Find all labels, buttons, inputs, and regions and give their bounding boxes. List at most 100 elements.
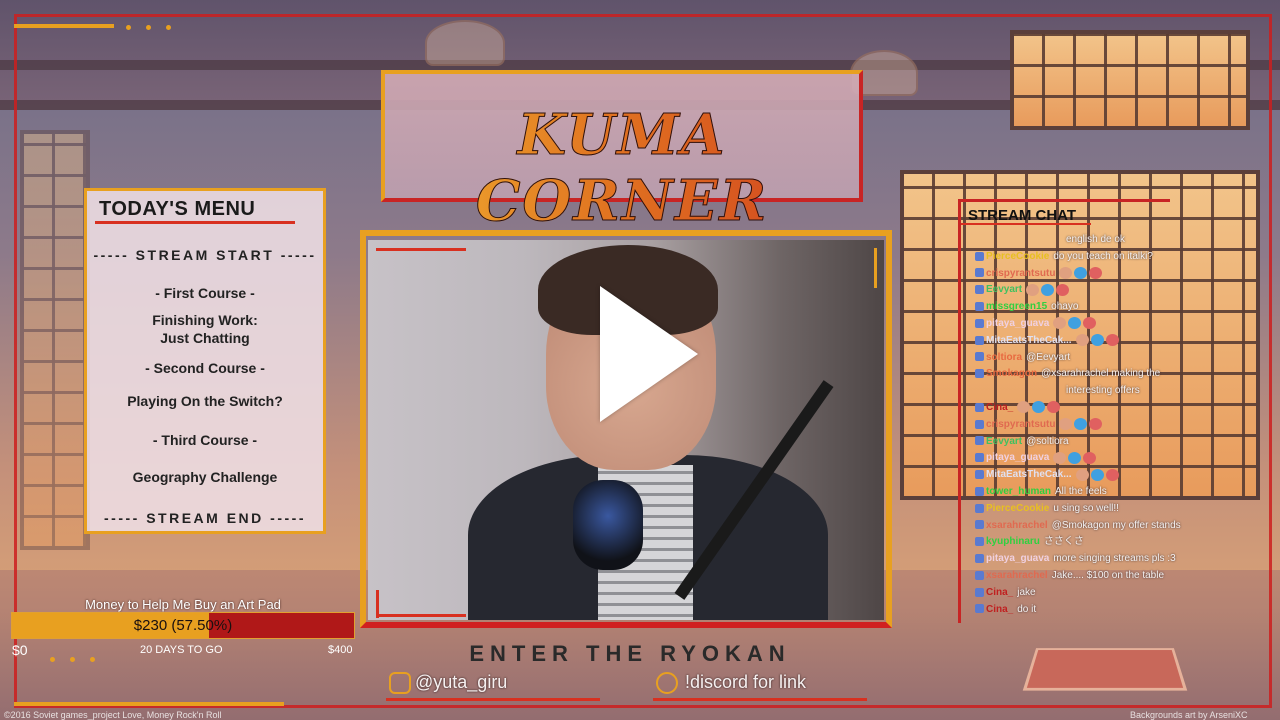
chat-text: @Smokagon my offer stands [1051,519,1181,531]
chat-username[interactable]: Eevyart [986,436,1022,447]
chat-username[interactable]: Cina_ [986,402,1013,413]
chat-badge-icon [975,419,984,429]
instagram-icon [389,672,411,694]
chat-message: crispyrantsutu [975,418,1104,432]
menu-item: Just Chatting [160,330,250,346]
chat-username[interactable]: Smokagon [986,368,1037,379]
chat-badge-icon [975,251,984,261]
menu-item: Playing On the Switch? [127,393,283,409]
goal-min: $0 [12,642,28,658]
chat-badge-icon [975,453,984,463]
accent-line [14,702,284,706]
video-corner-accent [874,248,877,288]
accent-dot [70,657,75,662]
chat-badge-icon [975,285,984,295]
discord-icon [656,672,678,694]
chat-text: interesting offers [1066,385,1140,397]
chat-message: english de ok [1062,233,1125,247]
accent-dot [50,657,55,662]
chat-message: crispyrantsutu [975,266,1104,281]
chat-badge-icon [975,335,984,345]
emote-icon [1089,418,1103,431]
emote-icon [1068,317,1082,330]
chat-text: Jake.... $100 on the table [1051,570,1165,581]
chat-text: @soltiora [1026,435,1069,447]
chat-username[interactable]: PierceCookie [986,251,1049,262]
emote-icon [1090,334,1104,347]
chat-username[interactable]: Eevyart [986,284,1022,295]
chat-badge-icon [975,587,984,597]
chat-badge-icon [975,537,984,547]
goal-progress-bar: $230 (57.50%) [11,612,355,639]
discord-link[interactable]: !discord for link [685,672,806,693]
chat-username[interactable]: kyuphinaru [986,536,1040,547]
chat-message: pitaya_guava more singing streams pls :3 [975,552,1176,566]
emote-icon [1059,266,1073,279]
chat-username[interactable]: MitaEatsTheCak... [986,335,1072,346]
chat-username[interactable]: missgreen15 [986,301,1047,312]
emote-icon [1090,468,1104,481]
chat-badge-icon [975,352,984,362]
chat-heading: STREAM CHAT [968,207,1077,224]
menu-item: ----- STREAM START ----- [93,247,317,263]
chat-username[interactable]: pitaya_guava [986,452,1049,463]
chat-username[interactable]: xsarahrachel [986,570,1048,581]
left-window [20,130,90,550]
chat-username[interactable]: soltiora [986,352,1022,363]
chat-message: Eevyart @soltiora [975,435,1069,449]
goal-label: Money to Help Me Buy an Art Pad [85,597,281,612]
tagline: ENTER THE RYOKAN [469,641,791,666]
emote-icon [1026,283,1040,296]
menu-heading-underline [95,221,295,224]
play-icon[interactable] [600,286,698,422]
video-corner-accent [376,248,466,251]
chat-username[interactable]: Cina_ [986,604,1013,615]
chat-username[interactable]: pitaya_guava [986,553,1049,564]
chat-message: xsarahrachel @Smokagon my offer stands [975,519,1181,533]
footer-credit-left: ©2016 Soviet games_project Love, Money R… [4,710,222,720]
chat-heading-underline [961,223,1091,225]
chat-username[interactable]: PierceCookie [986,503,1049,514]
emote-icon [1075,334,1089,347]
microphone [573,480,643,570]
chat-message: Cina_ jake [975,586,1036,600]
chat-badge-icon [975,503,984,513]
title-banner: KUMA CORNER [381,70,863,235]
chat-text: u sing so well!! [1053,502,1119,514]
chat-message: xsarahrachel Jake.... $100 on the table [975,569,1164,583]
menu-heading: TODAY'S MENU [99,198,256,220]
chat-text: do it [1017,603,1037,615]
emote-icon [1059,418,1073,431]
chat-username[interactable]: tower_human [986,486,1051,497]
chat-text: ohayo [1051,301,1079,313]
chat-text: @xsarahrachel making the [1041,368,1161,380]
social-underline [386,698,600,701]
social-underline [653,698,867,701]
goal-days-remaining: 20 DAYS TO GO [140,644,223,656]
chat-username[interactable]: crispyrantsutu [986,419,1055,430]
chat-username[interactable]: MitaEatsTheCak... [986,469,1072,480]
chat-username[interactable]: Cina_ [986,587,1013,598]
menu-item: ----- STREAM END ----- [104,510,306,526]
todays-menu-panel: TODAY'S MENU ----- STREAM START ----- - … [84,188,326,534]
chat-message: PierceCookie do you teach on italki? [975,250,1153,264]
chat-message: Cina_ [975,401,1062,415]
chat-message: pitaya_guava [975,317,1098,331]
emote-icon [1032,401,1046,414]
chat-username[interactable]: pitaya_guava [986,318,1049,329]
chat-text: ささくさ [1043,536,1084,548]
emote-icon [1056,283,1070,296]
chat-badge-icon [975,436,984,446]
chat-message: kyuphinaru ささくさ [975,535,1084,549]
chat-message: tower_human All the feels [975,485,1107,499]
instagram-handle[interactable]: @yuta_giru [415,672,507,693]
chat-badge-icon [975,570,984,580]
chat-username[interactable]: crispyrantsutu [986,268,1055,279]
emote-icon [1053,451,1067,464]
emote-icon [1041,283,1055,296]
chat-badge-icon [975,554,984,564]
chat-message: missgreen15 ohayo [975,300,1078,314]
menu-item: Geography Challenge [132,469,278,485]
chat-username[interactable]: xsarahrachel [986,520,1048,531]
menu-item: - First Course - [155,285,255,301]
